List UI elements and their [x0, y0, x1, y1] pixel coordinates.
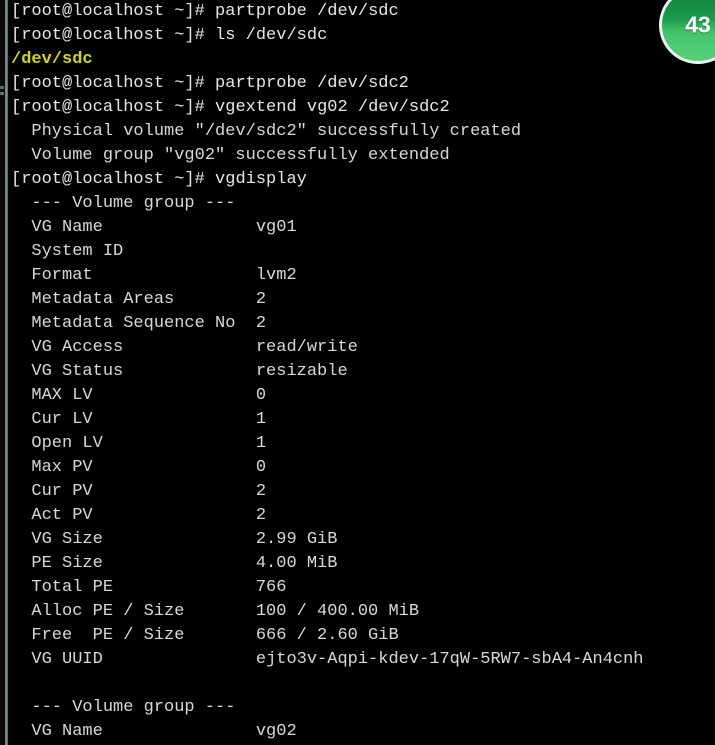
terminal-command-line: [root@localhost ~]# ls /dev/sdc	[0, 24, 715, 48]
terminal-output-text: Metadata Sequence No 2	[11, 314, 267, 333]
edge-marker-bottom	[0, 92, 4, 95]
shell-command-text: vgextend vg02 /dev/sdc2	[215, 98, 450, 117]
terminal-output-text: --- Volume group ---	[11, 698, 236, 717]
terminal-output-line: Format lvm2	[0, 264, 715, 288]
terminal-output-line: --- Volume group ---	[0, 192, 715, 216]
terminal-output-text: MAX LV 0	[11, 386, 267, 405]
terminal-command-line: [root@localhost ~]# vgdisplay	[0, 168, 715, 192]
terminal-output-line: VG UUID ejto3v-Aqpi-kdev-17qW-5RW7-sbA4-…	[0, 648, 715, 672]
terminal-output-line: Free PE / Size 666 / 2.60 GiB	[0, 624, 715, 648]
terminal-output-text: Act PV 2	[11, 506, 267, 525]
terminal-output-text: Free PE / Size 666 / 2.60 GiB	[11, 626, 399, 645]
terminal-output-text: Alloc PE / Size 100 / 400.00 MiB	[11, 602, 420, 621]
terminal-output-text: Cur LV 1	[11, 410, 267, 429]
terminal-output-text: VG Name vg01	[11, 218, 297, 237]
terminal-output-line-highlighted: /dev/sdc	[0, 48, 715, 72]
terminal-output-line: Max PV 0	[0, 456, 715, 480]
window-left-border-strip	[5, 0, 8, 745]
terminal-output-text: System ID	[11, 242, 124, 261]
terminal-output-line: Cur LV 1	[0, 408, 715, 432]
ls-output-device: /dev/sdc	[11, 50, 93, 69]
shell-prompt: [root@localhost ~]#	[11, 74, 216, 93]
shell-command-text: partprobe /dev/sdc	[215, 2, 399, 21]
terminal-output-text: PE Size 4.00 MiB	[11, 554, 338, 573]
terminal-output-text: Max PV 0	[11, 458, 267, 477]
terminal-output-line: Metadata Areas 2	[0, 288, 715, 312]
terminal-command-line: [root@localhost ~]# partprobe /dev/sdc	[0, 0, 715, 24]
shell-prompt: [root@localhost ~]#	[11, 2, 216, 21]
terminal-command-line: [root@localhost ~]# vgextend vg02 /dev/s…	[0, 96, 715, 120]
terminal-output-line: System ID	[0, 240, 715, 264]
terminal-output-text: Total PE 766	[11, 578, 287, 597]
shell-prompt: [root@localhost ~]#	[11, 170, 216, 189]
terminal-output-text: Volume group "vg02" successfully extende…	[11, 146, 450, 165]
terminal-output-line: VG Status resizable	[0, 360, 715, 384]
terminal-output-text: VG UUID ejto3v-Aqpi-kdev-17qW-5RW7-sbA4-…	[11, 650, 644, 669]
terminal-output-line: Physical volume "/dev/sdc2" successfully…	[0, 120, 715, 144]
terminal-output-text: Physical volume "/dev/sdc2" successfully…	[11, 122, 522, 141]
shell-command-text: partprobe /dev/sdc2	[215, 74, 409, 93]
terminal-output-text: VG Name vg02	[11, 722, 297, 741]
terminal-output-line: --- Volume group ---	[0, 696, 715, 720]
terminal-screen[interactable]: [root@localhost ~]# partprobe /dev/sdc [r…	[0, 0, 715, 745]
notification-badge-count: 43	[685, 11, 711, 38]
terminal-command-line: [root@localhost ~]# partprobe /dev/sdc2	[0, 72, 715, 96]
terminal-output-text: VG Size 2.99 GiB	[11, 530, 338, 549]
terminal-output-line: Cur PV 2	[0, 480, 715, 504]
terminal-output-line: Alloc PE / Size 100 / 400.00 MiB	[0, 600, 715, 624]
terminal-output-line: Total PE 766	[0, 576, 715, 600]
shell-command-text: vgdisplay	[215, 170, 307, 189]
terminal-output-text: --- Volume group ---	[11, 194, 236, 213]
terminal-output-line: PE Size 4.00 MiB	[0, 552, 715, 576]
terminal-window[interactable]: [root@localhost ~]# partprobe /dev/sdc [r…	[0, 0, 715, 745]
terminal-output-text: Cur PV 2	[11, 482, 267, 501]
terminal-output-line: MAX LV 0	[0, 384, 715, 408]
terminal-output-text: VG Status resizable	[11, 362, 348, 381]
shell-prompt: [root@localhost ~]#	[11, 26, 216, 45]
terminal-output-text: Metadata Areas 2	[11, 290, 267, 309]
terminal-output-text: Format lvm2	[11, 266, 297, 285]
terminal-output-line: Metadata Sequence No 2	[0, 312, 715, 336]
terminal-output-line: VG Size 2.99 GiB	[0, 528, 715, 552]
terminal-output-line: Volume group "vg02" successfully extende…	[0, 144, 715, 168]
terminal-output-line: VG Name vg01	[0, 216, 715, 240]
terminal-output-line: Open LV 1	[0, 432, 715, 456]
terminal-output-text: VG Access read/write	[11, 338, 358, 357]
terminal-output-text: Open LV 1	[11, 434, 267, 453]
terminal-output-line: VG Access read/write	[0, 336, 715, 360]
shell-command-text: ls /dev/sdc	[215, 26, 328, 45]
terminal-output-line: VG Name vg02	[0, 720, 715, 744]
shell-prompt: [root@localhost ~]#	[11, 98, 216, 117]
edge-marker-top	[0, 86, 4, 89]
terminal-output-line: Act PV 2	[0, 504, 715, 528]
